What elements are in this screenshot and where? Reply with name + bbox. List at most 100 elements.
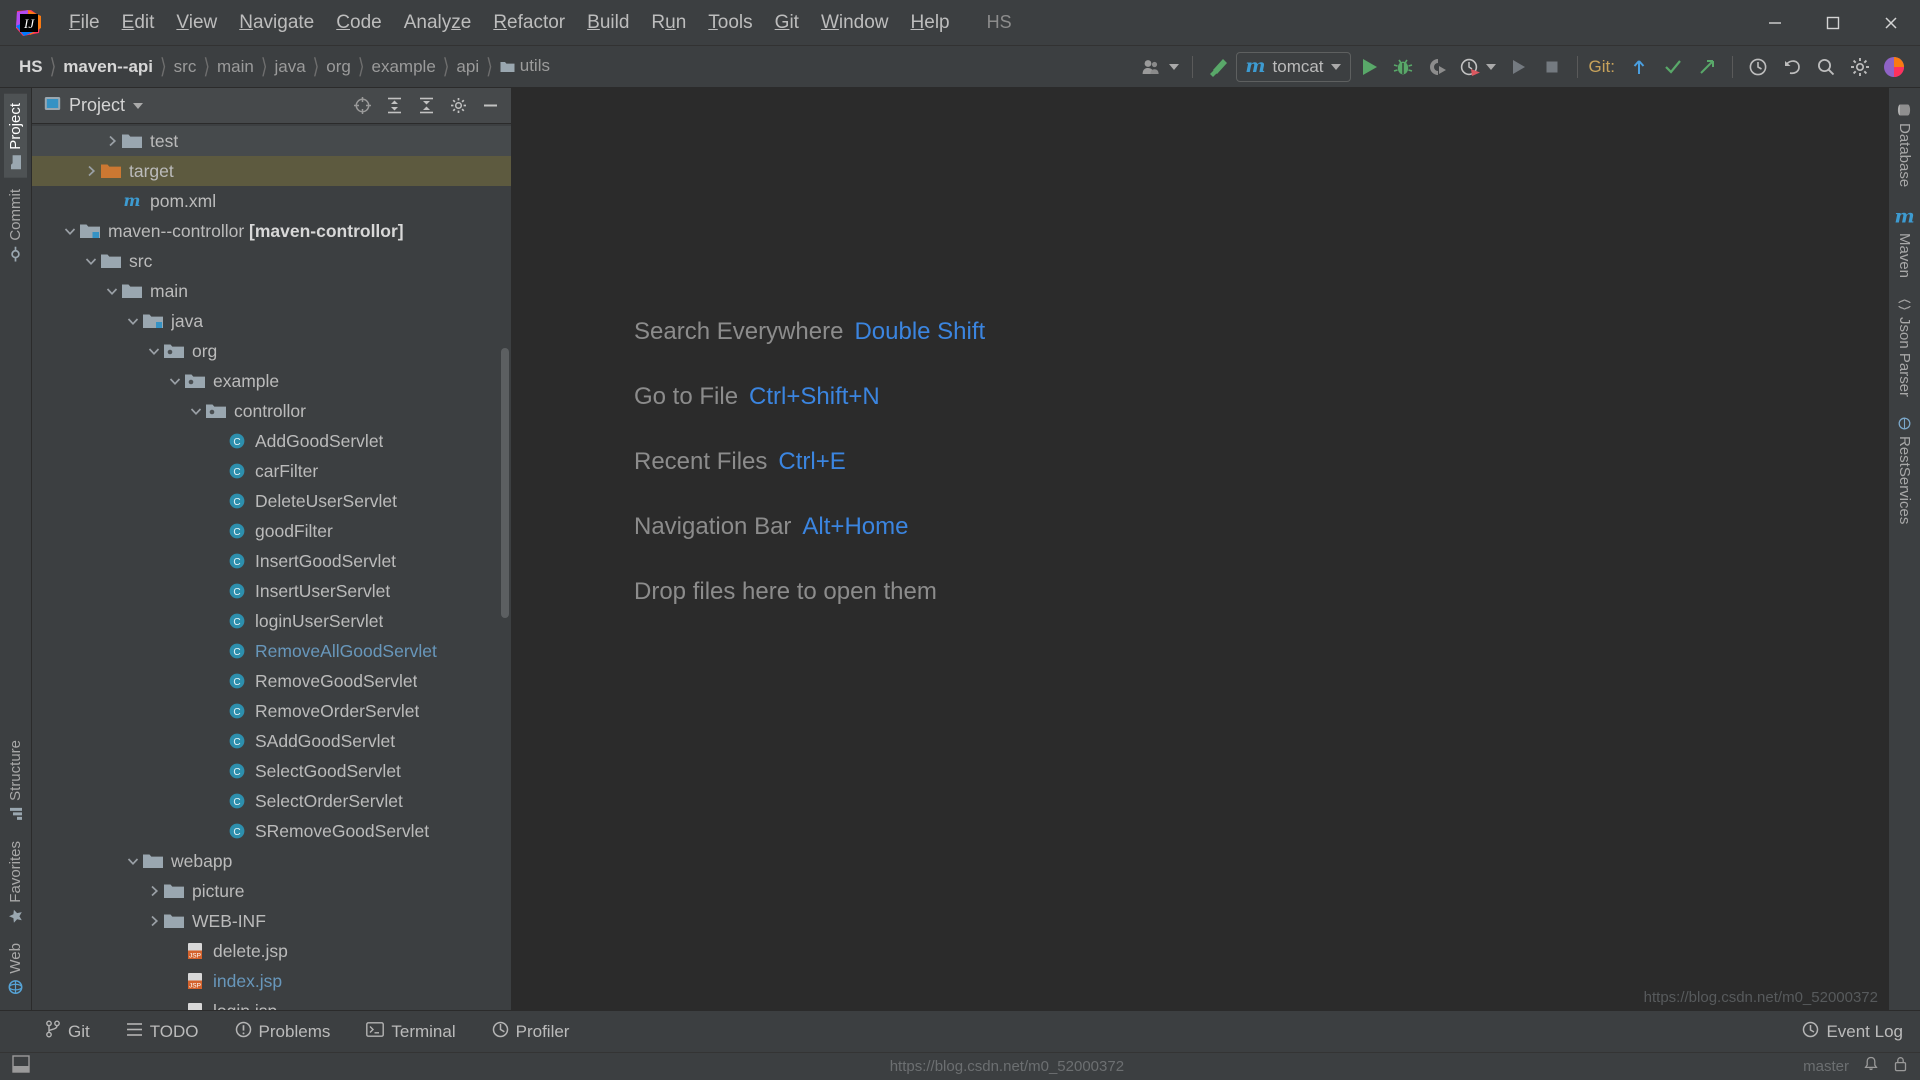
- chevron-down-icon[interactable]: [103, 284, 121, 298]
- chevron-down-icon[interactable]: [82, 254, 100, 268]
- sidebar-item-json-parser[interactable]: Json Parser: [1893, 289, 1916, 406]
- tree-node[interactable]: target: [32, 156, 511, 186]
- tree-node[interactable]: C AddGoodServlet: [32, 426, 511, 456]
- tree-node[interactable]: C RemoveOrderServlet: [32, 696, 511, 726]
- breadcrumb-item-java[interactable]: java: [269, 54, 310, 80]
- run-play-icon[interactable]: [1353, 51, 1385, 83]
- tree-node[interactable]: test: [32, 126, 511, 156]
- sidebar-item-web[interactable]: Web: [4, 934, 27, 1004]
- history-clock-icon[interactable]: [1742, 51, 1774, 83]
- status-item-todo[interactable]: TODO: [121, 1019, 204, 1045]
- layout-toggle-icon[interactable]: [12, 1055, 30, 1078]
- chevron-down-icon[interactable]: [124, 854, 142, 868]
- status-item-profiler[interactable]: Profiler: [487, 1018, 575, 1046]
- chevron-right-icon[interactable]: [103, 134, 121, 148]
- chevron-down-icon[interactable]: [145, 344, 163, 358]
- tree-node[interactable]: C SelectGoodServlet: [32, 756, 511, 786]
- menu-window[interactable]: Window: [810, 8, 900, 38]
- sidebar-item-rest-services[interactable]: RestServices: [1893, 408, 1916, 533]
- ide-avatar-icon[interactable]: [1878, 51, 1910, 83]
- tree-node[interactable]: picture: [32, 876, 511, 906]
- lock-icon[interactable]: [1893, 1056, 1908, 1077]
- close-button[interactable]: [1862, 0, 1920, 46]
- breadcrumb-item-module[interactable]: maven--api: [58, 54, 158, 80]
- tree-node[interactable]: m pom.xml: [32, 186, 511, 216]
- build-hammer-icon[interactable]: [1202, 51, 1234, 83]
- tree-node[interactable]: C SAddGoodServlet: [32, 726, 511, 756]
- gear-icon[interactable]: [1844, 51, 1876, 83]
- tree-node[interactable]: C RemoveAllGoodServlet: [32, 636, 511, 666]
- breadcrumb-item-api[interactable]: api: [451, 54, 484, 80]
- tree-node[interactable]: JSP index.jsp: [32, 966, 511, 996]
- tree-node[interactable]: webapp: [32, 846, 511, 876]
- run-configuration-selector[interactable]: m tomcat: [1236, 51, 1351, 82]
- run-with-coverage-icon[interactable]: [1421, 51, 1453, 83]
- git-commit-check-icon[interactable]: [1657, 51, 1689, 83]
- status-item-git[interactable]: Git: [40, 1017, 95, 1046]
- sidebar-item-maven[interactable]: m Maven: [1892, 198, 1917, 287]
- status-item-terminal[interactable]: Terminal: [361, 1019, 460, 1045]
- tree-node[interactable]: main: [32, 276, 511, 306]
- minimize-button[interactable]: [1746, 0, 1804, 46]
- menu-git[interactable]: Git: [764, 8, 810, 38]
- chevron-right-icon[interactable]: [145, 884, 163, 898]
- search-icon[interactable]: [1810, 51, 1842, 83]
- breadcrumb-item-org[interactable]: org: [321, 54, 356, 80]
- tree-node[interactable]: src: [32, 246, 511, 276]
- breadcrumb-item-utils[interactable]: utils: [495, 53, 555, 81]
- sidebar-item-structure[interactable]: Structure: [4, 731, 27, 830]
- chevron-down-icon[interactable]: [187, 404, 205, 418]
- chevron-down-icon[interactable]: [133, 102, 144, 109]
- sidebar-item-project[interactable]: Project: [4, 94, 27, 178]
- tree-node[interactable]: JSP login.jsp: [32, 996, 511, 1010]
- collapse-all-icon[interactable]: [413, 93, 439, 119]
- user-accounts-icon[interactable]: [1138, 51, 1183, 83]
- menu-view[interactable]: View: [165, 8, 228, 38]
- hide-icon[interactable]: [477, 93, 503, 119]
- notification-bell-icon[interactable]: [1863, 1056, 1879, 1077]
- gear-icon[interactable]: [445, 93, 471, 119]
- chevron-down-icon[interactable]: [124, 314, 142, 328]
- event-log-button[interactable]: Event Log: [1797, 1018, 1908, 1046]
- menu-file[interactable]: File: [58, 8, 111, 38]
- tree-node[interactable]: example: [32, 366, 511, 396]
- tree-node[interactable]: C SelectOrderServlet: [32, 786, 511, 816]
- chevron-right-icon[interactable]: [82, 164, 100, 178]
- profiler-clock-icon[interactable]: [1455, 51, 1500, 83]
- tree-node[interactable]: C SRemoveGoodServlet: [32, 816, 511, 846]
- breadcrumb-item-main[interactable]: main: [212, 54, 259, 80]
- tree-node[interactable]: CgoodFilter: [32, 516, 511, 546]
- breadcrumb-item-example[interactable]: example: [367, 54, 441, 80]
- git-update-project-icon[interactable]: [1623, 51, 1655, 83]
- menu-edit[interactable]: Edit: [111, 8, 166, 38]
- breadcrumb-item-src[interactable]: src: [169, 54, 202, 80]
- project-tree[interactable]: test target m pom.xml maven--controllor [mav…: [32, 124, 511, 1010]
- tree-node[interactable]: CcarFilter: [32, 456, 511, 486]
- sidebar-item-commit[interactable]: Commit: [4, 180, 27, 271]
- undo-arrow-icon[interactable]: [1776, 51, 1808, 83]
- breadcrumb-item-project[interactable]: HS: [14, 54, 48, 80]
- tree-node[interactable]: maven--controllor [maven-controllor]: [32, 216, 511, 246]
- scroll-from-source-icon[interactable]: [349, 93, 375, 119]
- menu-run[interactable]: Run: [640, 8, 697, 38]
- project-tree-scrollbar[interactable]: [501, 348, 509, 618]
- git-push-arrow-icon[interactable]: [1691, 51, 1723, 83]
- tree-node[interactable]: org: [32, 336, 511, 366]
- menu-analyze[interactable]: Analyze: [393, 8, 483, 38]
- maximize-button[interactable]: [1804, 0, 1862, 46]
- editor-area[interactable]: Search Everywhere Double Shift Go to File C…: [512, 88, 1888, 1010]
- tree-node[interactable]: C DeleteUserServlet: [32, 486, 511, 516]
- chevron-down-icon[interactable]: [166, 374, 184, 388]
- tree-node[interactable]: JSP delete.jsp: [32, 936, 511, 966]
- menu-navigate[interactable]: Navigate: [228, 8, 325, 38]
- tree-node[interactable]: WEB-INF: [32, 906, 511, 936]
- menu-code[interactable]: Code: [325, 8, 392, 38]
- debug-bug-icon[interactable]: [1387, 51, 1419, 83]
- menu-refactor[interactable]: Refactor: [482, 8, 576, 38]
- expand-all-icon[interactable]: [381, 93, 407, 119]
- tree-node[interactable]: java: [32, 306, 511, 336]
- tree-node[interactable]: C InsertGoodServlet: [32, 546, 511, 576]
- sidebar-item-database[interactable]: Database: [1893, 94, 1916, 196]
- status-item-problems[interactable]: Problems: [230, 1018, 336, 1046]
- rerun-play-icon[interactable]: [1502, 51, 1534, 83]
